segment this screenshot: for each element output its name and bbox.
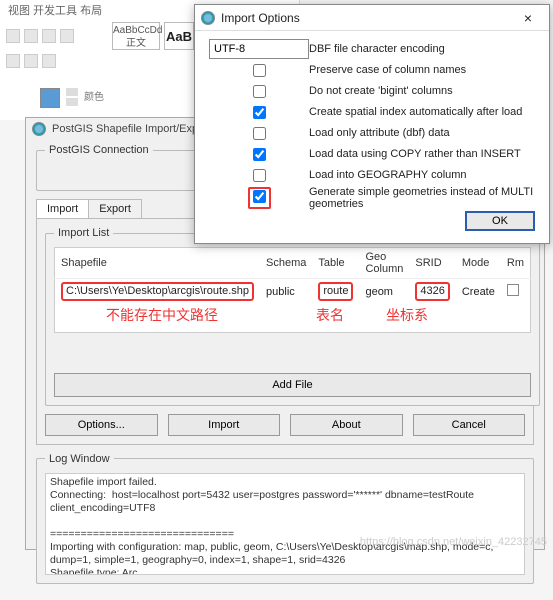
col-shapefile: Shapefile [55,248,261,279]
table-header-row: Shapefile Schema Table Geo Column SRID M… [55,248,531,279]
import-options-dialog: Import Options × DBF file character enco… [194,4,550,244]
option-checkbox-2[interactable] [253,106,266,119]
encoding-input[interactable] [209,39,309,59]
about-button[interactable]: About [290,414,403,436]
dialog-titlebar: Import Options × [195,5,549,31]
annotation-path: 不能存在中文路径 [106,305,218,325]
cell-srid[interactable]: 4326 [415,282,449,301]
cell-mode[interactable]: Create [456,279,501,305]
bg-indent-icon [6,54,20,68]
watermark: https://blog.csdn.net/weixin_42232745 [360,536,547,548]
dialog-app-icon [201,11,215,25]
cancel-button[interactable]: Cancel [413,414,526,436]
option-row-1: Do not create 'bigint' columns [209,81,535,101]
bg-align-icon [42,29,56,43]
col-srid: SRID [409,248,455,279]
option-checkbox-1[interactable] [253,85,266,98]
option-label-6: Generate simple geometries instead of MU… [309,186,535,210]
col-geo: Geo Column [359,248,409,279]
option-label-0: Preserve case of column names [309,64,535,76]
tab-export[interactable]: Export [88,199,142,218]
option-checkbox-3[interactable] [253,127,266,140]
option-row-0: Preserve case of column names [209,60,535,80]
bg-style-normal: AaBbCcDd正文 [112,22,160,50]
cell-table[interactable]: route [318,282,353,301]
encoding-label: DBF file character encoding [309,43,535,55]
option-checkbox-5[interactable] [253,169,266,182]
bg-highlight-icon [24,29,38,43]
bg-fill-label: 颜色 [84,88,104,108]
log-textarea[interactable]: Shapefile import failed. Connecting: hos… [45,473,525,575]
option-label-2: Create spatial index automatically after… [309,106,535,118]
connection-legend: PostGIS Connection [45,144,153,156]
ok-button[interactable]: OK [465,211,535,231]
option-row-5: Load into GEOGRAPHY column [209,165,535,185]
col-table: Table [312,248,359,279]
dialog-title: Import Options [221,11,300,25]
postgis-app-icon [32,122,46,136]
option-checkbox-4[interactable] [253,148,266,161]
cell-geo[interactable]: geom [359,279,409,305]
bg-fill-swatch [40,88,60,108]
import-list-legend: Import List [54,227,113,239]
bg-list-icon [60,29,74,43]
option-row-3: Load only attribute (dbf) data [209,123,535,143]
log-fieldset: Log Window Shapefile import failed. Conn… [36,453,534,584]
option-label-5: Load into GEOGRAPHY column [309,169,535,181]
close-icon[interactable]: × [513,10,543,26]
bg-spacing-icon [24,54,38,68]
add-file-button[interactable]: Add File [54,373,531,397]
bg-style-heading: AaB [164,22,194,50]
col-mode: Mode [456,248,501,279]
options-button[interactable]: Options... [45,414,158,436]
import-list-fieldset: Import List Shapefile Schema Table Geo C… [45,227,540,406]
col-schema: Schema [260,248,312,279]
option-row-6: Generate simple geometries instead of MU… [209,186,535,210]
cell-shapefile[interactable]: C:\Users\Ye\Desktop\arcgis\route.shp [61,282,254,301]
bg-font-color-icon [6,29,20,43]
option-row-2: Create spatial index automatically after… [209,102,535,122]
table-row[interactable]: C:\Users\Ye\Desktop\arcgis\route.shp pub… [55,279,531,305]
action-buttons: Options... Import About Cancel [45,414,525,436]
option-checkbox-0[interactable] [253,64,266,77]
bg-border-icon [42,54,56,68]
col-rm: Rm [501,248,531,279]
option-label-1: Do not create 'bigint' columns [309,85,535,97]
log-legend: Log Window [45,453,114,465]
import-button[interactable]: Import [168,414,281,436]
annotation-srid: 坐标系 [386,305,428,325]
option-checkbox-6[interactable] [253,190,266,203]
annotation-table: 表名 [316,305,344,325]
cell-rm-checkbox[interactable] [507,284,519,296]
cell-schema[interactable]: public [260,279,312,305]
option-label-4: Load data using COPY rather than INSERT [309,148,535,160]
import-panel: Import List Shapefile Schema Table Geo C… [36,218,534,445]
option-label-3: Load only attribute (dbf) data [309,127,535,139]
tab-import[interactable]: Import [36,199,89,218]
option-row-4: Load data using COPY rather than INSERT [209,144,535,164]
